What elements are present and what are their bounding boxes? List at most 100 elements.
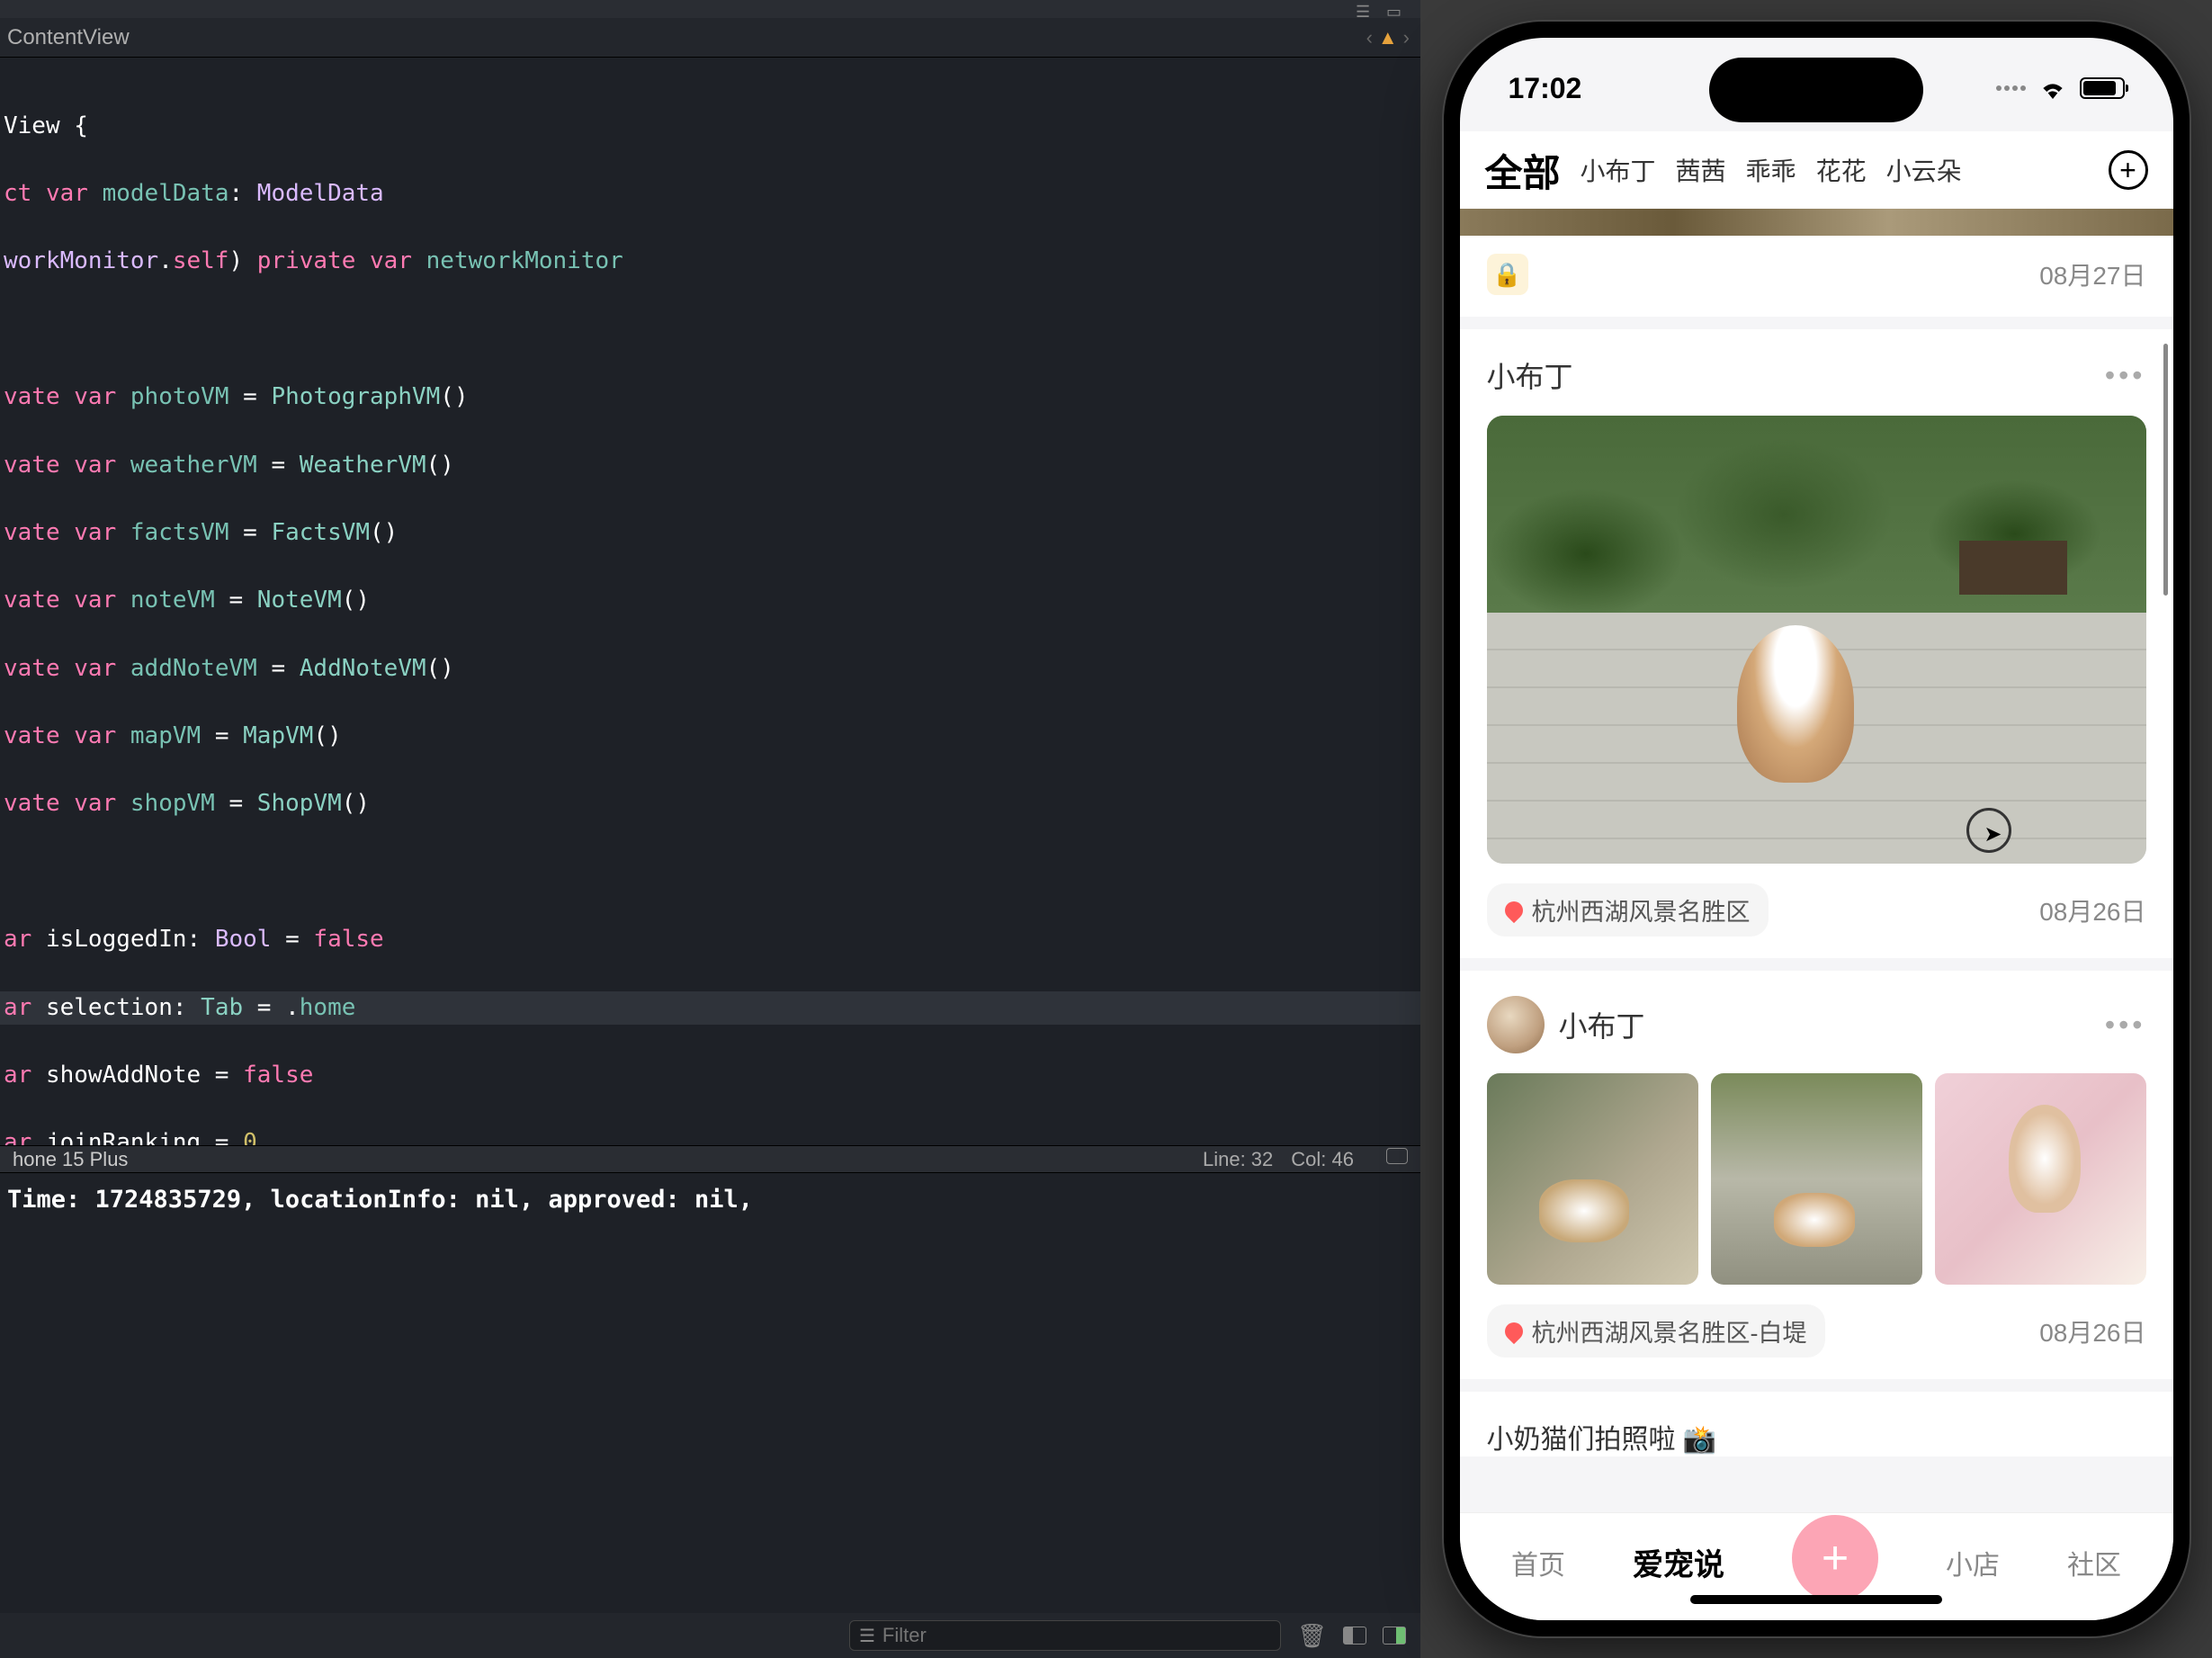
post-photo-partial[interactable] <box>1460 209 2173 236</box>
editor-tab-title[interactable]: ContentView <box>7 25 130 50</box>
code-token: self <box>173 247 229 274</box>
sidebar-left-icon[interactable]: ☰ <box>1356 3 1375 15</box>
photo-thumbnail[interactable] <box>1935 1073 2146 1285</box>
post-card-partial[interactable]: 🔒 08月27日 <box>1460 209 2173 317</box>
code-token: var <box>74 383 116 410</box>
code-token: vate <box>4 383 60 410</box>
code-token: var <box>370 247 412 274</box>
location-chip[interactable]: 杭州西湖风景名胜区-白堤 <box>1487 1304 1825 1358</box>
code-token: false <box>243 1062 313 1089</box>
category-all[interactable]: 全部 <box>1485 143 1561 198</box>
console-toolbar: ☰ 🗑 <box>0 1613 1420 1658</box>
photo-thumbnail[interactable] <box>1487 1073 1698 1285</box>
code-token: = <box>257 655 300 682</box>
tab-community[interactable]: 社区 <box>2067 1543 2121 1582</box>
add-post-button[interactable]: + <box>1792 1515 1878 1601</box>
filter-icon: ☰ <box>859 1625 875 1647</box>
code-token: photoVM <box>130 383 229 410</box>
photo-thumbnail[interactable] <box>1711 1073 1922 1285</box>
category-guaiguai[interactable]: 乖乖 <box>1746 152 1796 188</box>
warning-icon[interactable]: ▲ <box>1378 26 1398 49</box>
code-token: ar <box>4 1062 31 1089</box>
post-card[interactable]: 小布丁 ••• 杭州西湖风景名胜区-白堤 08月2 <box>1460 971 2173 1379</box>
tab-home[interactable]: 首页 <box>1511 1543 1565 1582</box>
post-main-photo[interactable]: ➤ <box>1487 416 2146 864</box>
more-icon[interactable]: ••• <box>2105 359 2146 392</box>
minimap-toggle-icon[interactable] <box>1386 1148 1408 1164</box>
post-date: 08月26日 <box>2039 1313 2145 1349</box>
category-qianqian[interactable]: 茜茜 <box>1676 152 1726 188</box>
source-editor[interactable]: View { ct var modelData: ModelData workM… <box>0 58 1420 1145</box>
editor-tab-bar: ContentView ‹ ▲ › <box>0 18 1420 58</box>
code-token: = <box>257 452 300 479</box>
code-token: () <box>426 452 454 479</box>
code-token: var <box>74 790 116 817</box>
code-token: ct <box>4 180 31 207</box>
feed-scroll[interactable]: 🔒 08月27日 小布丁 ••• <box>1460 209 2173 1512</box>
code-token: PhotographVM <box>271 383 440 410</box>
wifi-icon <box>2038 77 2067 99</box>
ios-simulator: 17:02 全部 小布丁 茜茜 乖乖 花花 小云朵 + <box>1420 0 2212 1658</box>
post-card[interactable]: 小布丁 ••• ➤ 杭州西湖风景名胜区 <box>1460 329 2173 958</box>
code-token: : <box>187 926 215 953</box>
home-indicator[interactable] <box>1690 1595 1942 1604</box>
location-chip[interactable]: 杭州西湖风景名胜区 <box>1487 883 1769 937</box>
debug-console: Time: 1724835729, locationInfo: nil, app… <box>0 1172 1420 1658</box>
add-category-button[interactable]: + <box>2109 150 2148 190</box>
trash-icon[interactable]: 🗑 <box>1297 1622 1327 1650</box>
pet-avatar[interactable] <box>1487 996 1545 1053</box>
lock-emoji: 🔒 <box>1492 261 1521 289</box>
code-token: var <box>74 655 116 682</box>
code-token: () <box>370 519 398 546</box>
filter-input[interactable] <box>882 1624 1271 1647</box>
code-token: : <box>228 180 256 207</box>
code-token: ShopVM <box>257 790 342 817</box>
code-token: 0 <box>243 1129 257 1145</box>
category-xiaoyunduo[interactable]: 小云朵 <box>1886 152 1962 188</box>
code-token: joinRanking <box>46 1129 201 1145</box>
bottom-tab-bar: 首页 爱宠说 + 小店 社区 <box>1460 1512 2173 1620</box>
code-token: var <box>74 722 116 749</box>
category-huahua[interactable]: 花花 <box>1816 152 1867 188</box>
post-caption[interactable]: 小奶猫们拍照啦 📸 <box>1460 1392 2173 1456</box>
code-token: = <box>215 587 257 614</box>
scroll-indicator[interactable] <box>2163 344 2168 596</box>
category-xiaobuding[interactable]: 小布丁 <box>1581 152 1656 188</box>
nav-forward-icon[interactable]: › <box>1403 26 1410 49</box>
code-token: vate <box>4 519 60 546</box>
more-icon[interactable]: ••• <box>2105 1008 2146 1042</box>
left-panel-toggle-icon[interactable] <box>1343 1627 1366 1645</box>
console-output[interactable]: Time: 1724835729, locationInfo: nil, app… <box>0 1173 1420 1613</box>
code-token: () <box>342 790 370 817</box>
pin-icon <box>1500 1318 1526 1343</box>
code-token: weatherVM <box>130 452 257 479</box>
sidebar-right-icon[interactable]: ▭ <box>1386 3 1406 15</box>
dynamic-island <box>1709 58 1923 122</box>
xcode-window-controls: ☰ ▭ <box>0 0 1420 18</box>
code-token: isLoggedIn <box>46 926 187 953</box>
code-token: modelData <box>103 180 229 207</box>
tab-pets[interactable]: 爱宠说 <box>1633 1540 1724 1584</box>
console-filter[interactable]: ☰ <box>849 1620 1281 1651</box>
code-token: showAddNote <box>46 1062 201 1089</box>
pet-name-with-avatar[interactable]: 小布丁 <box>1487 996 1645 1053</box>
tab-shop[interactable]: 小店 <box>1946 1543 2000 1582</box>
cursor-arrow-icon: ➤ <box>1984 821 2002 847</box>
code-token: Bool <box>215 926 272 953</box>
code-token: vate <box>4 587 60 614</box>
right-panel-toggle-icon[interactable] <box>1383 1627 1406 1645</box>
cellular-icon <box>1996 85 2026 91</box>
code-token: = <box>201 722 243 749</box>
code-token: : <box>173 994 201 1021</box>
code-token: ModelData <box>257 180 384 207</box>
code-token: Tab <box>201 994 243 1021</box>
code-token: var <box>46 180 88 207</box>
code-token: vate <box>4 452 60 479</box>
pet-name-label[interactable]: 小布丁 <box>1487 354 1573 396</box>
code-token: networkMonitor <box>426 247 623 274</box>
nav-back-icon[interactable]: ‹ <box>1366 26 1373 49</box>
code-token: NoteVM <box>257 587 342 614</box>
code-token: ar <box>4 994 31 1021</box>
code-token: shopVM <box>130 790 215 817</box>
code-token: () <box>313 722 341 749</box>
